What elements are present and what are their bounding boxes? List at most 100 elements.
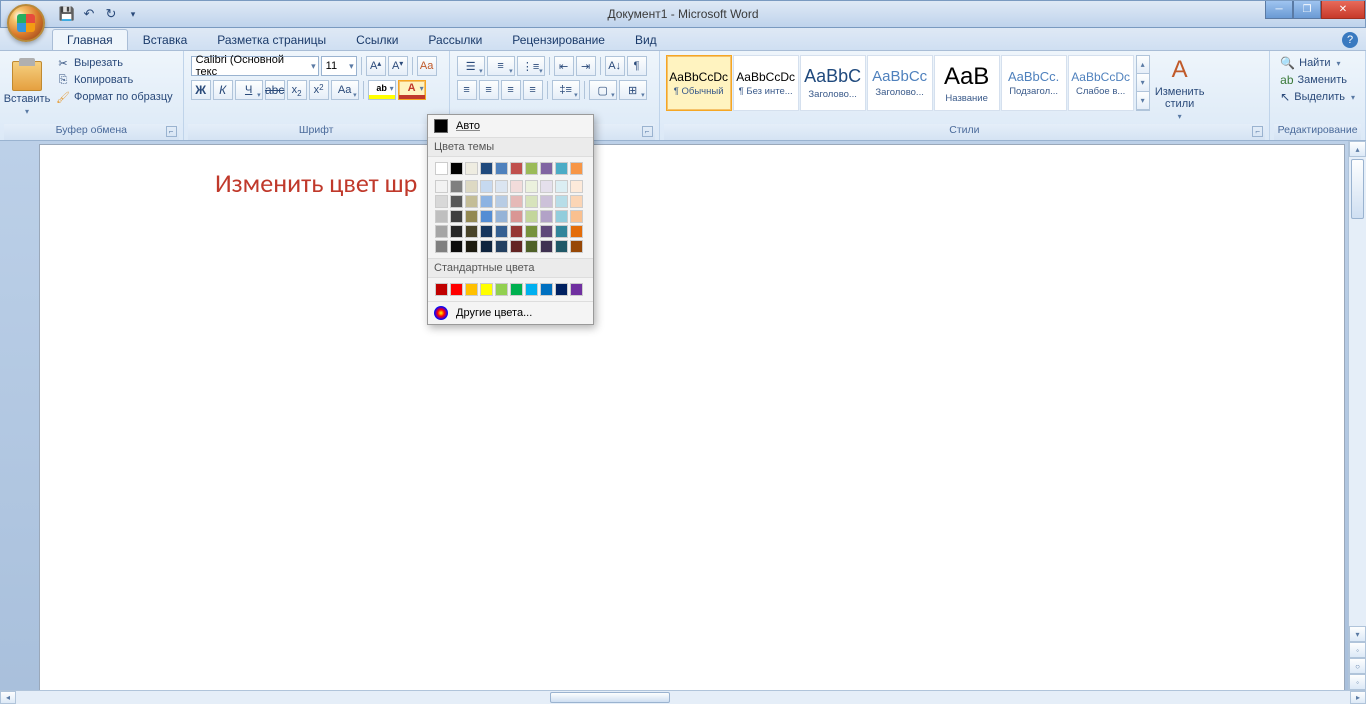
color-swatch[interactable] (465, 180, 478, 193)
vertical-scrollbar[interactable]: ▴ ▾ ◦ ○ ◦ (1348, 141, 1366, 690)
highlight-button[interactable]: ab (368, 80, 396, 100)
gallery-up-button[interactable]: ▴ (1137, 56, 1149, 74)
show-marks-button[interactable]: ¶ (627, 56, 647, 76)
tab-pagelayout[interactable]: Разметка страницы (202, 29, 341, 50)
numbering-button[interactable]: ≡ (487, 56, 515, 76)
document-page[interactable]: Изменить цвет шр (40, 145, 1344, 690)
style-item-1[interactable]: AaBbCcDc¶ Без инте... (733, 55, 799, 111)
color-swatch[interactable] (555, 195, 568, 208)
color-swatch[interactable] (495, 180, 508, 193)
scroll-right-button[interactable]: ▸ (1350, 691, 1366, 704)
office-button[interactable] (7, 4, 45, 42)
subscript-button[interactable]: x2 (287, 80, 307, 100)
color-swatch[interactable] (510, 162, 523, 175)
color-swatch[interactable] (510, 210, 523, 223)
save-icon[interactable]: 💾 (57, 4, 77, 24)
color-swatch[interactable] (465, 162, 478, 175)
bold-button[interactable]: Ж (191, 80, 211, 100)
scroll-down-button[interactable]: ▾ (1349, 626, 1366, 642)
paste-button[interactable]: Вставить ▾ (4, 53, 50, 124)
color-swatch[interactable] (510, 283, 523, 296)
tab-home[interactable]: Главная (52, 29, 128, 50)
color-swatch[interactable] (525, 180, 538, 193)
color-swatch[interactable] (525, 225, 538, 238)
color-swatch[interactable] (480, 210, 493, 223)
change-case-button[interactable]: Aa (331, 80, 359, 100)
color-swatch[interactable] (480, 240, 493, 253)
color-swatch[interactable] (525, 195, 538, 208)
color-swatch[interactable] (480, 225, 493, 238)
color-swatch[interactable] (435, 225, 448, 238)
color-swatch[interactable] (495, 195, 508, 208)
color-swatch[interactable] (435, 180, 448, 193)
color-swatch[interactable] (555, 240, 568, 253)
color-swatch[interactable] (525, 283, 538, 296)
color-swatch[interactable] (540, 225, 553, 238)
color-swatch[interactable] (495, 225, 508, 238)
more-colors-item[interactable]: Другие цвета... (428, 302, 593, 324)
style-item-6[interactable]: AaBbCcDcСлабое в... (1068, 55, 1134, 111)
undo-icon[interactable]: ↶ (79, 4, 99, 24)
tab-review[interactable]: Рецензирование (497, 29, 620, 50)
color-swatch[interactable] (495, 162, 508, 175)
color-swatch[interactable] (555, 225, 568, 238)
style-item-0[interactable]: AaBbCcDc¶ Обычный (666, 55, 732, 111)
color-swatch[interactable] (450, 195, 463, 208)
decrease-indent-button[interactable]: ⇤ (554, 56, 574, 76)
paragraph-launcher[interactable]: ⌐ (642, 126, 653, 137)
tab-view[interactable]: Вид (620, 29, 672, 50)
color-swatch[interactable] (450, 240, 463, 253)
color-swatch[interactable] (435, 195, 448, 208)
next-page-button[interactable]: ◦ (1349, 674, 1366, 690)
bullets-button[interactable]: ☰ (457, 56, 485, 76)
align-center-button[interactable]: ≡ (479, 80, 499, 100)
color-swatch[interactable] (525, 210, 538, 223)
color-swatch[interactable] (570, 225, 583, 238)
color-swatch[interactable] (540, 240, 553, 253)
font-name-combo[interactable]: Calibri (Основной текс (191, 56, 319, 76)
color-swatch[interactable] (495, 283, 508, 296)
tab-insert[interactable]: Вставка (128, 29, 203, 50)
color-swatch[interactable] (450, 225, 463, 238)
color-swatch[interactable] (570, 210, 583, 223)
shrink-font-button[interactable]: A▾ (388, 56, 408, 76)
style-item-4[interactable]: AaBНазвание (934, 55, 1000, 111)
justify-button[interactable]: ≡ (523, 80, 543, 100)
color-swatch[interactable] (525, 240, 538, 253)
minimize-button[interactable]: ─ (1265, 1, 1293, 19)
color-swatch[interactable] (540, 162, 553, 175)
font-size-combo[interactable]: 11 (321, 56, 357, 76)
color-swatch[interactable] (555, 210, 568, 223)
scroll-up-button[interactable]: ▴ (1349, 141, 1366, 157)
align-right-button[interactable]: ≡ (501, 80, 521, 100)
tab-mailings[interactable]: Рассылки (413, 29, 497, 50)
color-swatch[interactable] (450, 283, 463, 296)
color-swatch[interactable] (435, 210, 448, 223)
color-swatch[interactable] (480, 180, 493, 193)
qat-more-icon[interactable]: ▾ (123, 4, 143, 24)
color-swatch[interactable] (495, 210, 508, 223)
color-swatch[interactable] (540, 210, 553, 223)
scroll-left-button[interactable]: ◂ (0, 691, 16, 704)
tab-references[interactable]: Ссылки (341, 29, 413, 50)
find-button[interactable]: 🔍Найти▾ (1278, 55, 1357, 71)
color-swatch[interactable] (435, 162, 448, 175)
color-swatch[interactable] (510, 240, 523, 253)
redo-icon[interactable]: ↻ (101, 4, 121, 24)
clipboard-launcher[interactable]: ⌐ (166, 126, 177, 137)
color-swatch[interactable] (465, 195, 478, 208)
color-swatch[interactable] (570, 195, 583, 208)
color-swatch[interactable] (510, 225, 523, 238)
color-swatch[interactable] (465, 240, 478, 253)
color-swatch[interactable] (480, 283, 493, 296)
gallery-more-button[interactable]: ▾ (1137, 92, 1149, 110)
hscroll-thumb[interactable] (550, 692, 670, 703)
color-swatch[interactable] (555, 162, 568, 175)
close-button[interactable]: ✕ (1321, 1, 1365, 19)
shading-button[interactable]: ▢ (589, 80, 617, 100)
select-button[interactable]: ↖Выделить▾ (1278, 89, 1357, 105)
color-swatch[interactable] (570, 283, 583, 296)
color-swatch[interactable] (570, 162, 583, 175)
borders-button[interactable]: ⊞ (619, 80, 647, 100)
grow-font-button[interactable]: A▴ (366, 56, 386, 76)
